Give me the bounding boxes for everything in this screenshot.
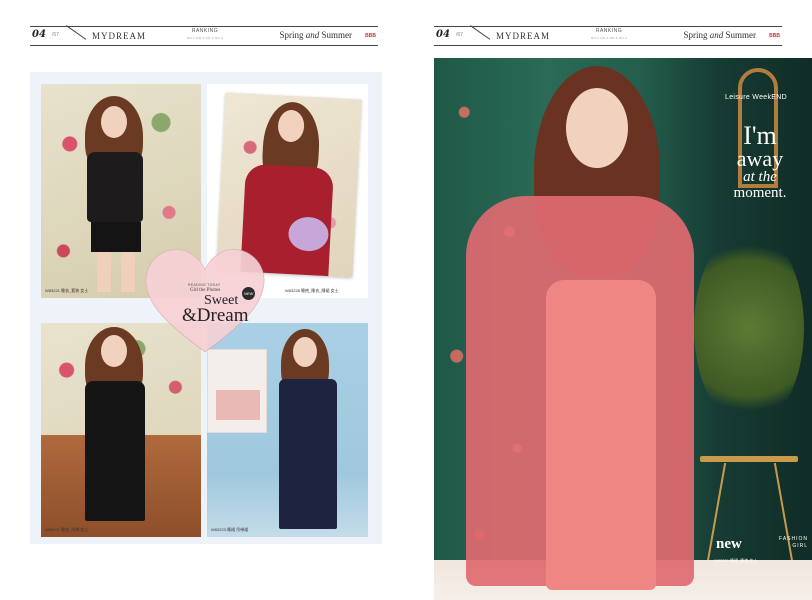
heart-small-text: READING TODAY — [188, 283, 221, 287]
ranking-subtitle: NO.1 NO.2 NO.3 NO.4 — [186, 36, 224, 40]
ranking-label: RANKING NO.1 NO.2 NO.3 NO.4 — [178, 28, 232, 40]
quote-line-1: I'm — [743, 121, 777, 150]
brand-title: MYDREAM — [496, 31, 551, 41]
page-number: 04 — [32, 29, 46, 40]
season-a: Spring — [279, 30, 304, 40]
photo-caption: W83228 睡袍_睡衣_睡裙 女士 — [285, 288, 339, 293]
new-badge: NEW — [242, 287, 255, 300]
heart-dream: &Dream — [182, 305, 249, 326]
photo-caption: W83223 睡裙 吊带裙 — [211, 527, 249, 532]
ranking-subtitle: NO.1 NO.2 NO.3 NO.4 — [590, 36, 628, 40]
season-and: and — [709, 30, 724, 40]
page-number-sub: /67 — [52, 32, 59, 38]
ranking-label: RANKING NO.1 NO.2 NO.3 NO.4 — [582, 28, 636, 40]
side-table-top — [700, 456, 798, 462]
quote-line-4: moment. — [733, 185, 787, 201]
right-page-header: 04 /67 MYDREAM RANKING NO.1 NO.2 NO.3 NO… — [434, 25, 782, 46]
fashion-girl: FASHION GIRL — [758, 536, 808, 550]
quote-line-3: at the — [743, 169, 777, 185]
season-b: Summer — [725, 30, 757, 40]
sweet-dream-title: READING TODAY Girl the Photos Sweet &Dre… — [182, 283, 274, 325]
quote-line-2: away — [736, 146, 784, 171]
page-number-sub: /67 — [456, 32, 463, 38]
plant — [694, 228, 804, 428]
season-title: Spring and Summer — [683, 30, 756, 40]
fashion-word: FASHION — [779, 536, 808, 542]
header-logo: BBB — [365, 33, 376, 39]
new-word: new — [716, 536, 742, 552]
season-and: and — [305, 30, 320, 40]
header-slash-divider — [66, 25, 87, 40]
left-page-header: 04 /67 MYDREAM RANKING NO.1 NO.2 NO.3 NO… — [30, 25, 378, 46]
quote-headline: I'm away at the moment. — [720, 121, 800, 202]
leisure-weekend-label: Leisure WeekEND — [725, 94, 787, 101]
ranking-title: RANKING — [595, 28, 623, 34]
ranking-title: RANKING — [191, 28, 219, 34]
brand-title: MYDREAM — [92, 31, 147, 41]
season-b: Summer — [321, 30, 353, 40]
photo-caption: W83221 睡衣_套装 女士 — [45, 288, 89, 293]
wall-art — [207, 349, 267, 433]
new-fashion-girl-mark: new FASHION GIRL — [716, 535, 807, 553]
header-slash-divider — [470, 25, 491, 40]
page-number: 04 — [436, 29, 450, 40]
feature-photo-caption: W83229 睡裙_睡袍 女士 — [714, 558, 758, 563]
season-title: Spring and Summer — [279, 30, 352, 40]
girl-word: GIRL — [792, 543, 808, 549]
header-logo: BBB — [769, 33, 780, 39]
photo-caption: W83221 睡衣_吊带 女士 — [45, 527, 89, 532]
season-a: Spring — [683, 30, 708, 40]
